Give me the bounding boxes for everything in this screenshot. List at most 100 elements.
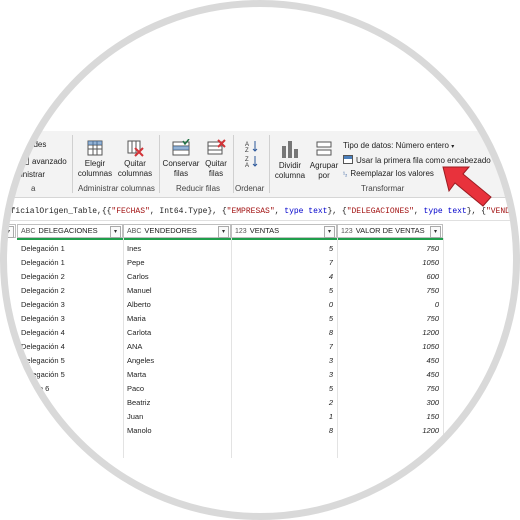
table-row[interactable]: Delegación 1 Ines 5 750 [1, 242, 519, 256]
table-row[interactable]: gación 6 Beatriz 2 300 [1, 396, 519, 410]
table-cell[interactable]: 3 [235, 368, 333, 382]
table-cell[interactable]: Delegación 1 [21, 256, 119, 270]
table-cell[interactable]: 5 [235, 312, 333, 326]
table-cell[interactable]: Manuel [127, 284, 227, 298]
sort-ascending-button[interactable]: A Z [242, 140, 262, 154]
table-cell[interactable]: 7 [235, 340, 333, 354]
table-cell[interactable]: Pepe [127, 256, 227, 270]
table-cell[interactable]: 8 [235, 326, 333, 340]
table-cell[interactable]: Delegación 2 [21, 270, 119, 284]
table-cell[interactable]: 750 [341, 242, 439, 256]
text-type-icon[interactable]: ABC [127, 228, 141, 235]
table-row[interactable]: Delegación 5 Marta 3 450 [1, 368, 519, 382]
table-cell[interactable]: Delegación 5 [21, 354, 119, 368]
table-cell[interactable] [21, 424, 119, 438]
split-column-button[interactable]: Dividir columna [272, 139, 308, 181]
filter-dropdown-icon[interactable]: ▾ [324, 226, 335, 238]
table-cell[interactable]: 8 [235, 424, 333, 438]
table-cell[interactable]: 1050 [341, 256, 439, 270]
table-row[interactable]: gación 6 Paco 5 750 [1, 382, 519, 396]
table-cell[interactable]: Carlos [127, 270, 227, 284]
table-cell[interactable]: 5 [235, 284, 333, 298]
table-cell[interactable]: Delegación 1 [21, 242, 119, 256]
data-type-dropdown[interactable]: Tipo de datos: Número entero ▾ [343, 141, 454, 150]
filter-dropdown-icon[interactable]: ▾ [430, 226, 441, 238]
filter-dropdown-icon[interactable]: ▾ [218, 226, 229, 238]
table-cell[interactable]: Marta [127, 368, 227, 382]
table-cell[interactable]: Delegación 4 [21, 340, 119, 354]
text-type-icon[interactable]: ABC [21, 228, 35, 235]
column-header-vendedores[interactable]: ABC VENDEDORES ▾ [123, 224, 231, 238]
table-cell[interactable]: Delegación 2 [21, 284, 119, 298]
table-cell[interactable]: Carlota [127, 326, 227, 340]
table-cell[interactable]: 750 [341, 312, 439, 326]
table-cell[interactable]: 5 [235, 242, 333, 256]
table-row[interactable]: Delegación 5 Angeles 3 450 [1, 354, 519, 368]
keep-rows-button[interactable]: Conservar filas [161, 139, 201, 179]
table-cell[interactable]: Delegación 3 [21, 298, 119, 312]
table-cell[interactable]: 750 [341, 382, 439, 396]
table-row[interactable]: Delegación 4 ANA 7 1050 [1, 340, 519, 354]
formula-bar[interactable]: aOficialOrigen_Table,{{"FECHAS", Int64.T… [1, 204, 519, 221]
replace-values-button[interactable]: ¹₂ Reemplazar los valores [343, 169, 434, 178]
table-cell[interactable]: 300 [341, 396, 439, 410]
advanced-editor-label[interactable]: avanzado [21, 156, 67, 166]
table-cell[interactable]: gación 6 [21, 396, 119, 410]
table-cell[interactable]: Delegación 4 [21, 326, 119, 340]
table-row[interactable]: 7 Juan 1 150 [1, 410, 519, 424]
table-cell[interactable]: 5 [235, 382, 333, 396]
remove-rows-button[interactable]: Quitar filas [201, 139, 231, 179]
row-selector-header[interactable]: ▾ [1, 224, 16, 238]
column-header-valor-de-ventas[interactable]: 123 VALOR DE VENTAS ▾ [337, 224, 443, 238]
table-cell[interactable]: gación 6 [21, 382, 119, 396]
sort-descending-button[interactable]: Z A [242, 155, 262, 169]
group-by-button[interactable]: Agrupar por [309, 139, 339, 181]
table-cell[interactable]: Angeles [127, 354, 227, 368]
table-cell[interactable]: Delegación 5 [21, 368, 119, 382]
table-cell[interactable]: 7 [21, 410, 119, 424]
table-row[interactable]: Delegación 3 Maria 5 750 [1, 312, 519, 326]
table-cell[interactable]: 450 [341, 368, 439, 382]
filter-dropdown-icon[interactable]: ▾ [110, 226, 121, 238]
table-cell[interactable]: 0 [235, 298, 333, 312]
column-header-ventas[interactable]: 123 VENTAS ▾ [231, 224, 337, 238]
table-cell[interactable]: 1200 [341, 326, 439, 340]
advanced-editor-text: avanzado [32, 157, 67, 166]
table-row[interactable]: Delegación 4 Carlota 8 1200 [1, 326, 519, 340]
table-cell[interactable]: 150 [341, 410, 439, 424]
table-cell[interactable]: 4 [235, 270, 333, 284]
table-cell[interactable]: Paco [127, 382, 227, 396]
table-cell[interactable]: 0 [341, 298, 439, 312]
number-type-icon[interactable]: 123 [235, 228, 247, 235]
column-header-delegaciones[interactable]: ABC DELEGACIONES ▾ [17, 224, 123, 238]
table-cell[interactable]: 7 [235, 256, 333, 270]
table-row[interactable]: Manolo 8 1200 [1, 424, 519, 438]
table-cell[interactable]: Alberto [127, 298, 227, 312]
table-cell[interactable]: 1050 [341, 340, 439, 354]
table-cell[interactable]: 1200 [341, 424, 439, 438]
table-cell[interactable]: 1 [235, 410, 333, 424]
choose-columns-button[interactable]: Elegir columnas [75, 139, 115, 179]
table-row[interactable]: Delegación 3 Alberto 0 0 [1, 298, 519, 312]
table-menu-icon[interactable]: ▾ [3, 226, 14, 238]
table-cell[interactable]: 450 [341, 354, 439, 368]
table-row[interactable]: Delegación 2 Manuel 5 750 [1, 284, 519, 298]
manage-query-partial[interactable]: inistrar [21, 170, 45, 179]
advanced-editor-partial[interactable]: ades [29, 140, 46, 149]
table-cell[interactable]: Manolo [127, 424, 227, 438]
table-cell[interactable]: Delegación 3 [21, 312, 119, 326]
table-cell[interactable]: Ines [127, 242, 227, 256]
table-cell[interactable]: Maria [127, 312, 227, 326]
table-cell[interactable]: ANA [127, 340, 227, 354]
table-cell[interactable]: Beatriz [127, 396, 227, 410]
remove-columns-button[interactable]: Quitar columnas [115, 139, 155, 179]
table-cell[interactable]: Juan [127, 410, 227, 424]
table-cell[interactable]: 2 [235, 396, 333, 410]
number-type-icon[interactable]: 123 [341, 228, 353, 235]
table-row[interactable]: Delegación 1 Pepe 7 1050 [1, 256, 519, 270]
formula-text: , Int64.Type}, { [149, 207, 227, 216]
table-cell[interactable]: 3 [235, 354, 333, 368]
table-row[interactable]: Delegación 2 Carlos 4 600 [1, 270, 519, 284]
table-cell[interactable]: 600 [341, 270, 439, 284]
table-cell[interactable]: 750 [341, 284, 439, 298]
